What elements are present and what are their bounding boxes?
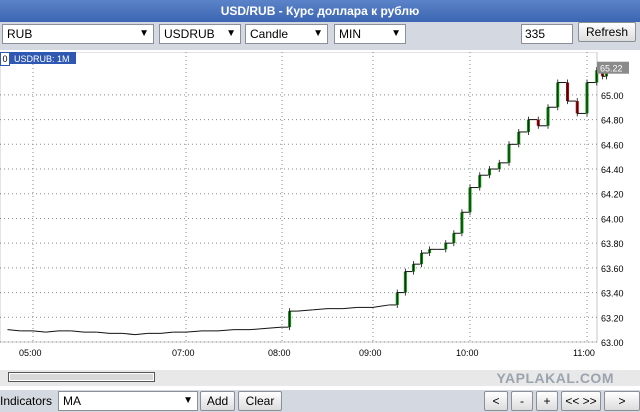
chart-legend: 0 USDRUB: 1M: [0, 52, 76, 66]
indicator-select[interactable]: MA ▼: [58, 391, 198, 411]
chart-canvas[interactable]: 63.00 63.20 63.40 63.60 63.80 64.00 64.20 64.40…: [0, 51, 640, 370]
bars-count-input[interactable]: 335: [521, 24, 573, 44]
jump-button[interactable]: << >>: [561, 391, 601, 411]
y-tick-label: 63.40: [601, 289, 624, 299]
y-tick-label: 63.20: [601, 313, 624, 323]
chevron-down-icon: ▼: [313, 28, 323, 39]
period-select[interactable]: MIN ▼: [334, 24, 406, 44]
scroll-left-button[interactable]: <: [484, 391, 508, 411]
chart-scrollbar-thumb[interactable]: [8, 372, 155, 382]
price-chart[interactable]: 63.00 63.20 63.40 63.60 63.80 64.00 64.20 64.40…: [0, 51, 640, 370]
toolbar: RUB ▼ USDRUB ▼ Candle ▼ MIN ▼ 335 Refres…: [0, 22, 640, 50]
chart-scroll-area: YAPLAKAL.COM: [0, 370, 640, 386]
legend-index: 0: [0, 52, 10, 66]
last-price-label: 65.22: [600, 64, 623, 74]
indicators-label: Indicators: [0, 394, 53, 408]
y-tick-label: 63.60: [601, 264, 624, 274]
chart-type-select-value: Candle: [250, 27, 289, 41]
symbol-select-value: USDRUB: [164, 27, 215, 41]
plot-area: [0, 51, 598, 343]
x-tick-label: 05:00: [19, 348, 42, 358]
scroll-right-button[interactable]: >: [604, 391, 640, 411]
y-tick-label: 65.00: [601, 91, 624, 101]
x-tick-label: 10:00: [456, 348, 479, 358]
y-tick-label: 64.20: [601, 190, 624, 200]
chart-type-select[interactable]: Candle ▼: [245, 24, 328, 44]
y-tick-label: 63.80: [601, 239, 624, 249]
y-tick-label: 64.40: [601, 165, 624, 175]
watermark-logo: YAPLAKAL.COM: [496, 370, 614, 386]
x-tick-label: 11:00: [573, 348, 595, 358]
zoom-out-button[interactable]: -: [511, 391, 533, 411]
chart-app: USD/RUB - Курс доллара к рублю RUB ▼ USD…: [0, 0, 640, 412]
chevron-down-icon: ▼: [183, 395, 193, 406]
refresh-button[interactable]: Refresh: [578, 22, 636, 42]
y-tick-label: 63.00: [601, 338, 624, 348]
period-select-value: MIN: [339, 27, 361, 41]
y-tick-label: 64.00: [601, 214, 624, 224]
bottom-toolbar: Indicators MA ▼ Add Clear < - + << >> >: [0, 390, 640, 412]
x-tick-label: 08:00: [268, 348, 291, 358]
x-tick-label: 07:00: [172, 348, 195, 358]
currency-select-value: RUB: [7, 27, 33, 41]
clear-indicators-button[interactable]: Clear: [238, 391, 282, 411]
symbol-select[interactable]: USDRUB ▼: [159, 24, 241, 44]
currency-select[interactable]: RUB ▼: [2, 24, 154, 44]
y-tick-label: 64.60: [601, 140, 624, 150]
y-tick-label: 64.80: [601, 116, 624, 126]
chevron-down-icon: ▼: [391, 28, 401, 39]
add-indicator-button[interactable]: Add: [200, 391, 235, 411]
legend-label: USDRUB: 1M: [14, 54, 70, 64]
chevron-down-icon: ▼: [139, 28, 149, 39]
window-title: USD/RUB - Курс доллара к рублю: [0, 0, 640, 22]
x-tick-label: 09:00: [359, 348, 382, 358]
zoom-in-button[interactable]: +: [536, 391, 558, 411]
chevron-down-icon: ▼: [226, 28, 236, 39]
indicator-select-value: MA: [63, 394, 81, 408]
